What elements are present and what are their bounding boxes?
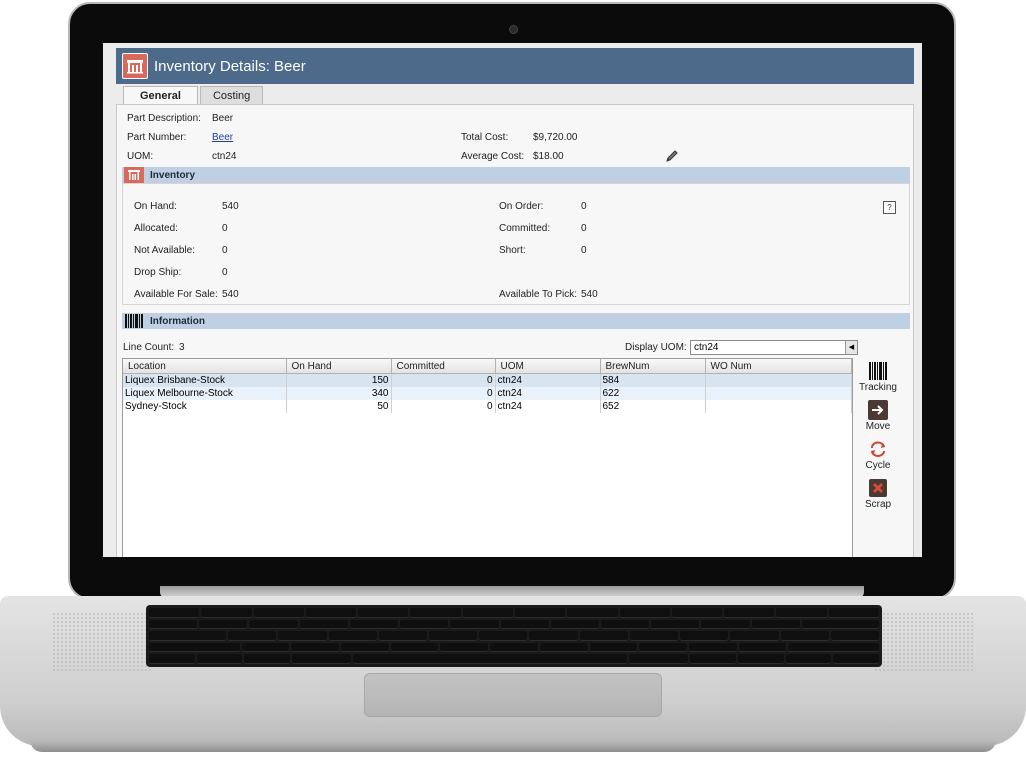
inventory-section-title: Inventory [150, 169, 196, 181]
total-cost-label: Total Cost: [461, 132, 509, 143]
on-hand-label: On Hand: [134, 201, 177, 212]
part-description-label: Part Description: [127, 113, 201, 124]
committed-value: 0 [581, 223, 587, 234]
cell-uom: ctn24 [495, 387, 601, 400]
not-available-value: 0 [222, 245, 228, 256]
cell-committed: 0 [391, 400, 496, 413]
scrap-button[interactable]: Scrap [855, 478, 901, 510]
table-header-row: Location On Hand Committed UOM BrewNum W… [123, 359, 852, 374]
short-value: 0 [581, 245, 587, 256]
column-header-uom[interactable]: UOM [495, 359, 601, 374]
available-to-pick-value: 540 [581, 289, 598, 300]
cycle-icon [868, 439, 888, 459]
cell-location: Liquex Brisbane-Stock [123, 373, 287, 387]
screen: Inventory Details: Beer General Costing … [103, 43, 922, 557]
laptop-base-edge [30, 740, 996, 752]
tracking-button[interactable]: Tracking [855, 361, 901, 393]
keyboard [146, 605, 882, 667]
move-button[interactable]: Move [855, 400, 901, 432]
cell-committed: 0 [391, 373, 496, 387]
cycle-button-label: Cycle [865, 460, 891, 471]
scrap-button-label: Scrap [864, 499, 892, 510]
move-arrow-icon [868, 400, 888, 420]
information-section-title: Information [150, 315, 205, 327]
table-row[interactable]: Liquex Brisbane-Stock 150 0 ctn24 584 [123, 373, 852, 387]
tab-bar: General Costing [123, 86, 265, 106]
uom-label: UOM: [127, 151, 154, 162]
inventory-section-header: Inventory [122, 167, 910, 183]
allocated-label: Allocated: [134, 223, 178, 234]
column-header-brewnum[interactable]: BrewNum [600, 359, 706, 374]
cell-wo-num [705, 373, 852, 387]
cell-uom: ctn24 [495, 373, 601, 387]
display-uom-label: Display UOM: [625, 342, 687, 353]
drop-ship-label: Drop Ship: [134, 267, 182, 278]
action-toolbar: Tracking Move Cycle Scrap [855, 361, 901, 517]
webcam [509, 25, 518, 34]
part-number-link[interactable]: Beer [212, 132, 233, 143]
tab-general[interactable]: General [123, 86, 198, 106]
information-section-header: Information [122, 313, 910, 329]
cell-committed: 0 [391, 387, 496, 400]
display-uom-selected-value: ctn24 [694, 342, 719, 353]
on-hand-value: 540 [222, 201, 239, 212]
pencil-icon[interactable] [665, 149, 679, 163]
left-speaker-grille [52, 612, 152, 672]
uom-value: ctn24 [212, 151, 237, 162]
committed-label: Committed: [499, 223, 551, 234]
column-header-on-hand[interactable]: On Hand [286, 359, 392, 374]
warehouse-icon [122, 53, 148, 79]
tracking-button-label: Tracking [859, 382, 897, 393]
column-header-wo-num[interactable]: WO Num [705, 359, 852, 374]
part-number-label: Part Number: [127, 132, 187, 143]
available-for-sale-label: Available For Sale: [134, 289, 218, 300]
cell-wo-num [705, 387, 852, 400]
cycle-button[interactable]: Cycle [855, 439, 901, 471]
move-button-label: Move [865, 421, 891, 432]
line-count-value: 3 [179, 342, 185, 353]
cell-on-hand: 50 [286, 400, 392, 413]
barcode-icon [124, 313, 144, 329]
cell-location: Liquex Melbourne-Stock [123, 387, 287, 400]
column-header-committed[interactable]: Committed [391, 359, 496, 374]
part-description-value: Beer [212, 113, 234, 124]
help-icon[interactable]: ? [883, 201, 896, 214]
total-cost-value: $9,720.00 [533, 132, 578, 143]
average-cost-value: $18.00 [533, 151, 564, 162]
general-tab-content: Part Description: Beer Part Number: Beer… [116, 104, 914, 557]
column-header-location[interactable]: Location [123, 359, 287, 374]
cell-uom: ctn24 [495, 400, 601, 413]
cell-wo-num [705, 400, 852, 413]
cell-on-hand: 150 [286, 373, 392, 387]
table-row[interactable]: Liquex Melbourne-Stock 340 0 ctn24 622 [123, 387, 852, 400]
short-label: Short: [499, 245, 526, 256]
trackpad [364, 673, 662, 717]
on-order-label: On Order: [499, 201, 544, 212]
table-row[interactable]: Sydney-Stock 50 0 ctn24 652 [123, 400, 852, 413]
warehouse-icon [124, 167, 144, 183]
cell-brewnum: 622 [600, 387, 706, 400]
average-cost-label: Average Cost: [461, 151, 525, 162]
cell-brewnum: 652 [600, 400, 706, 413]
barcode-icon [868, 361, 888, 381]
cell-on-hand: 340 [286, 387, 392, 400]
allocated-value: 0 [222, 223, 228, 234]
window-title-bar: Inventory Details: Beer [116, 48, 914, 84]
line-count-label: Line Count: [123, 342, 175, 353]
available-for-sale-value: 540 [222, 289, 239, 300]
display-uom-select[interactable]: ctn24 ◀ [690, 340, 858, 355]
available-to-pick-label: Available To Pick: [499, 289, 578, 300]
right-speaker-grille [874, 612, 974, 672]
scrap-icon [868, 478, 888, 498]
cell-brewnum: 584 [600, 373, 706, 387]
dropdown-arrow-icon[interactable]: ◀ [845, 341, 857, 354]
on-order-value: 0 [581, 201, 587, 212]
not-available-label: Not Available: [134, 245, 195, 256]
window-title: Inventory Details: Beer [154, 57, 306, 75]
drop-ship-value: 0 [222, 267, 228, 278]
tab-costing[interactable]: Costing [199, 86, 264, 105]
cell-location: Sydney-Stock [123, 400, 287, 413]
location-table: Location On Hand Committed UOM BrewNum W… [122, 358, 853, 557]
